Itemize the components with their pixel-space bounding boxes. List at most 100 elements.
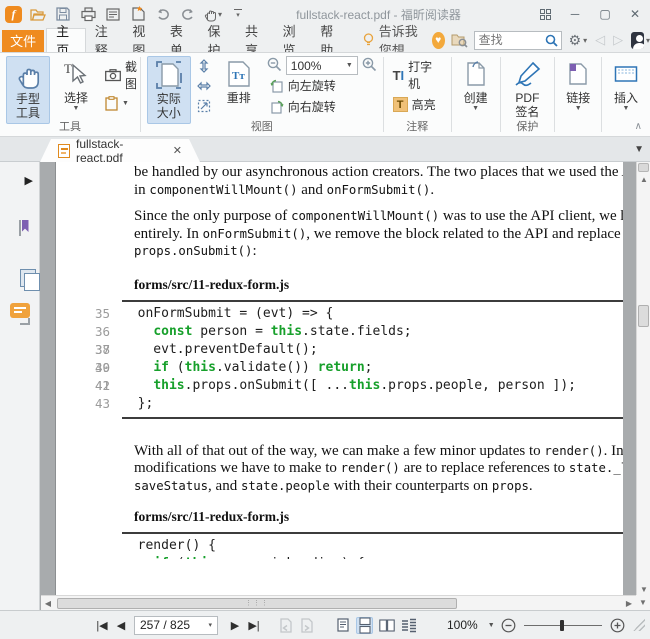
rotate-left-button[interactable]: 向左旋转	[267, 75, 377, 96]
foxit-logo-icon[interactable]: f	[5, 6, 22, 23]
zoom-out-icon[interactable]	[267, 57, 282, 75]
bookmarks-panel-icon[interactable]	[19, 221, 21, 235]
vertical-scrollbar[interactable]: ▲ ▼	[636, 162, 650, 595]
last-page-button[interactable]: ▶|	[244, 615, 264, 635]
actual-size-button[interactable]: 实际 大小	[147, 56, 191, 124]
layout-switch-icon[interactable]	[530, 3, 560, 25]
search-input[interactable]	[475, 33, 545, 47]
ribbon-tab-browse[interactable]: 浏览	[274, 28, 312, 52]
collapse-ribbon-icon[interactable]: ∧	[635, 121, 642, 132]
typewriter-button[interactable]: TI 打字机	[390, 56, 445, 94]
facing-view-icon[interactable]	[378, 617, 395, 634]
window-resize-grip[interactable]	[633, 619, 645, 631]
account-caret[interactable]: ▾	[646, 36, 650, 45]
scroll-down-icon[interactable]: ▼	[637, 585, 650, 594]
ribbon-tab-view[interactable]: 视图	[123, 28, 161, 52]
scroll-right-icon[interactable]: ▶	[622, 599, 636, 608]
ribbon-tab-share[interactable]: 共享	[236, 28, 274, 52]
fit-page-icon[interactable]	[196, 78, 212, 94]
horizontal-scroll-thumb[interactable]: ⋮⋮⋮	[57, 598, 457, 609]
tab-list-caret[interactable]: ▼	[634, 144, 644, 155]
highlight-label: 高亮	[412, 96, 436, 113]
zoom-in-icon[interactable]	[362, 57, 377, 75]
search-icon[interactable]	[545, 34, 561, 47]
ribbon-tab-form[interactable]: 表单	[161, 28, 199, 52]
continuous-view-icon[interactable]	[356, 617, 373, 634]
fit-width-icon[interactable]	[196, 58, 212, 74]
page-number-field[interactable]: 257 / 825 ▾	[134, 616, 218, 635]
text-line: modifications we have to make to render(…	[134, 460, 623, 478]
actual-size-icon	[156, 60, 182, 90]
zoom-combo-value: 100%	[291, 59, 322, 73]
document-tab[interactable]: fullstack-react.pdf ✕	[40, 139, 200, 162]
hand-quick-caret[interactable]: ▾	[218, 10, 222, 19]
close-icon[interactable]: ✕	[620, 3, 650, 25]
hand-tool-button[interactable]: 手型 工具	[6, 56, 50, 124]
next-page-button[interactable]: ▶	[226, 615, 244, 635]
history-forward-icon[interactable]: ▷	[613, 32, 623, 48]
gear-icon[interactable]: ⚙	[569, 32, 582, 49]
select-tool-caret: ▼	[73, 105, 80, 112]
statusbar-zoom-caret[interactable]: ▼	[488, 622, 495, 629]
zoom-in-button[interactable]	[610, 615, 625, 635]
previous-view-icon[interactable]	[278, 615, 293, 635]
group-label-tools: 工具	[0, 118, 140, 134]
sidebar-expand-icon[interactable]: ▶	[25, 174, 33, 187]
select-tool-button[interactable]: T 选择 ▼	[54, 56, 98, 115]
scroll-left-icon[interactable]: ◀	[41, 599, 55, 608]
next-view-icon[interactable]	[299, 615, 314, 635]
snapshot-button[interactable]: 截图	[102, 56, 140, 94]
history-back-icon[interactable]: ◁	[595, 32, 605, 48]
fit-visible-icon[interactable]	[196, 98, 212, 114]
reflow-button[interactable]: Tт 重排	[217, 56, 261, 108]
file-menu-button[interactable]: 文件	[2, 30, 44, 52]
rotate-left-label: 向左旋转	[288, 77, 336, 94]
pdf-sign-button[interactable]: PDF 签名	[505, 56, 549, 122]
zoom-slider[interactable]	[524, 625, 602, 626]
clipboard-button[interactable]: ▼	[102, 94, 140, 113]
comments-panel-icon[interactable]	[10, 303, 30, 325]
single-page-view-icon[interactable]	[334, 617, 351, 634]
ribbon-tab-protect[interactable]: 保护	[198, 28, 236, 52]
account-avatar[interactable]	[631, 32, 644, 49]
rotate-right-button[interactable]: 向右旋转	[267, 96, 377, 117]
first-page-button[interactable]: |◀	[92, 615, 112, 635]
vertical-scroll-thumb[interactable]	[638, 305, 649, 327]
reflow-icon: Tт	[227, 59, 251, 89]
favorite-heart-icon[interactable]: ♥	[432, 32, 445, 49]
text-line: saveStatus, and state.people with their …	[134, 478, 623, 496]
previous-page-button[interactable]: ◀	[112, 615, 130, 635]
line-number: 42	[76, 377, 110, 395]
minimize-icon[interactable]: ─	[560, 3, 590, 25]
line-number: 40	[76, 359, 110, 377]
statusbar: |◀ ◀ 257 / 825 ▾ ▶ ▶| 100% ▼	[0, 610, 650, 639]
create-button[interactable]: 创建 ▼	[454, 56, 498, 115]
zoom-slider-thumb[interactable]	[560, 620, 564, 631]
code-line: 36 const person = this.state.fields;	[122, 323, 623, 341]
horizontal-scrollbar[interactable]: ◀ ⋮⋮⋮ ▶	[41, 595, 636, 610]
search-folder-icon[interactable]	[451, 33, 468, 47]
pdf-file-icon	[58, 144, 70, 158]
continuous-facing-view-icon[interactable]	[400, 617, 417, 634]
highlight-button[interactable]: T 高亮	[390, 94, 439, 115]
zoom-combo[interactable]: 100% ▼	[286, 56, 358, 75]
zoom-out-button[interactable]	[501, 615, 516, 635]
create-icon	[465, 59, 487, 89]
ribbon-tab-home[interactable]: 主页	[46, 28, 86, 52]
open-file-icon[interactable]	[29, 5, 47, 23]
group-label-protect: 保护	[500, 118, 554, 134]
pdf-page[interactable]: be handled by our asynchronous action cr…	[56, 162, 623, 595]
scrollbar-split-handle[interactable]	[638, 163, 649, 172]
ribbon-tab-comment[interactable]: 注释	[86, 28, 124, 52]
document-tabbar: fullstack-react.pdf ✕ ▼	[0, 137, 650, 162]
tab-close-icon[interactable]: ✕	[173, 144, 182, 157]
ribbon-tab-help[interactable]: 帮助	[311, 28, 349, 52]
gear-caret[interactable]: ▾	[583, 36, 587, 45]
scroll-up-icon[interactable]: ▲	[637, 175, 650, 184]
rotate-right-label: 向右旋转	[288, 98, 336, 115]
insert-button[interactable]: 插入 ▼	[604, 56, 648, 115]
scroll-corner-down-icon[interactable]: ▼	[636, 595, 650, 610]
actual-size-label: 实际 大小	[157, 92, 181, 120]
maximize-icon[interactable]: ▢	[590, 3, 620, 25]
link-button[interactable]: 链接 ▼	[556, 56, 600, 115]
